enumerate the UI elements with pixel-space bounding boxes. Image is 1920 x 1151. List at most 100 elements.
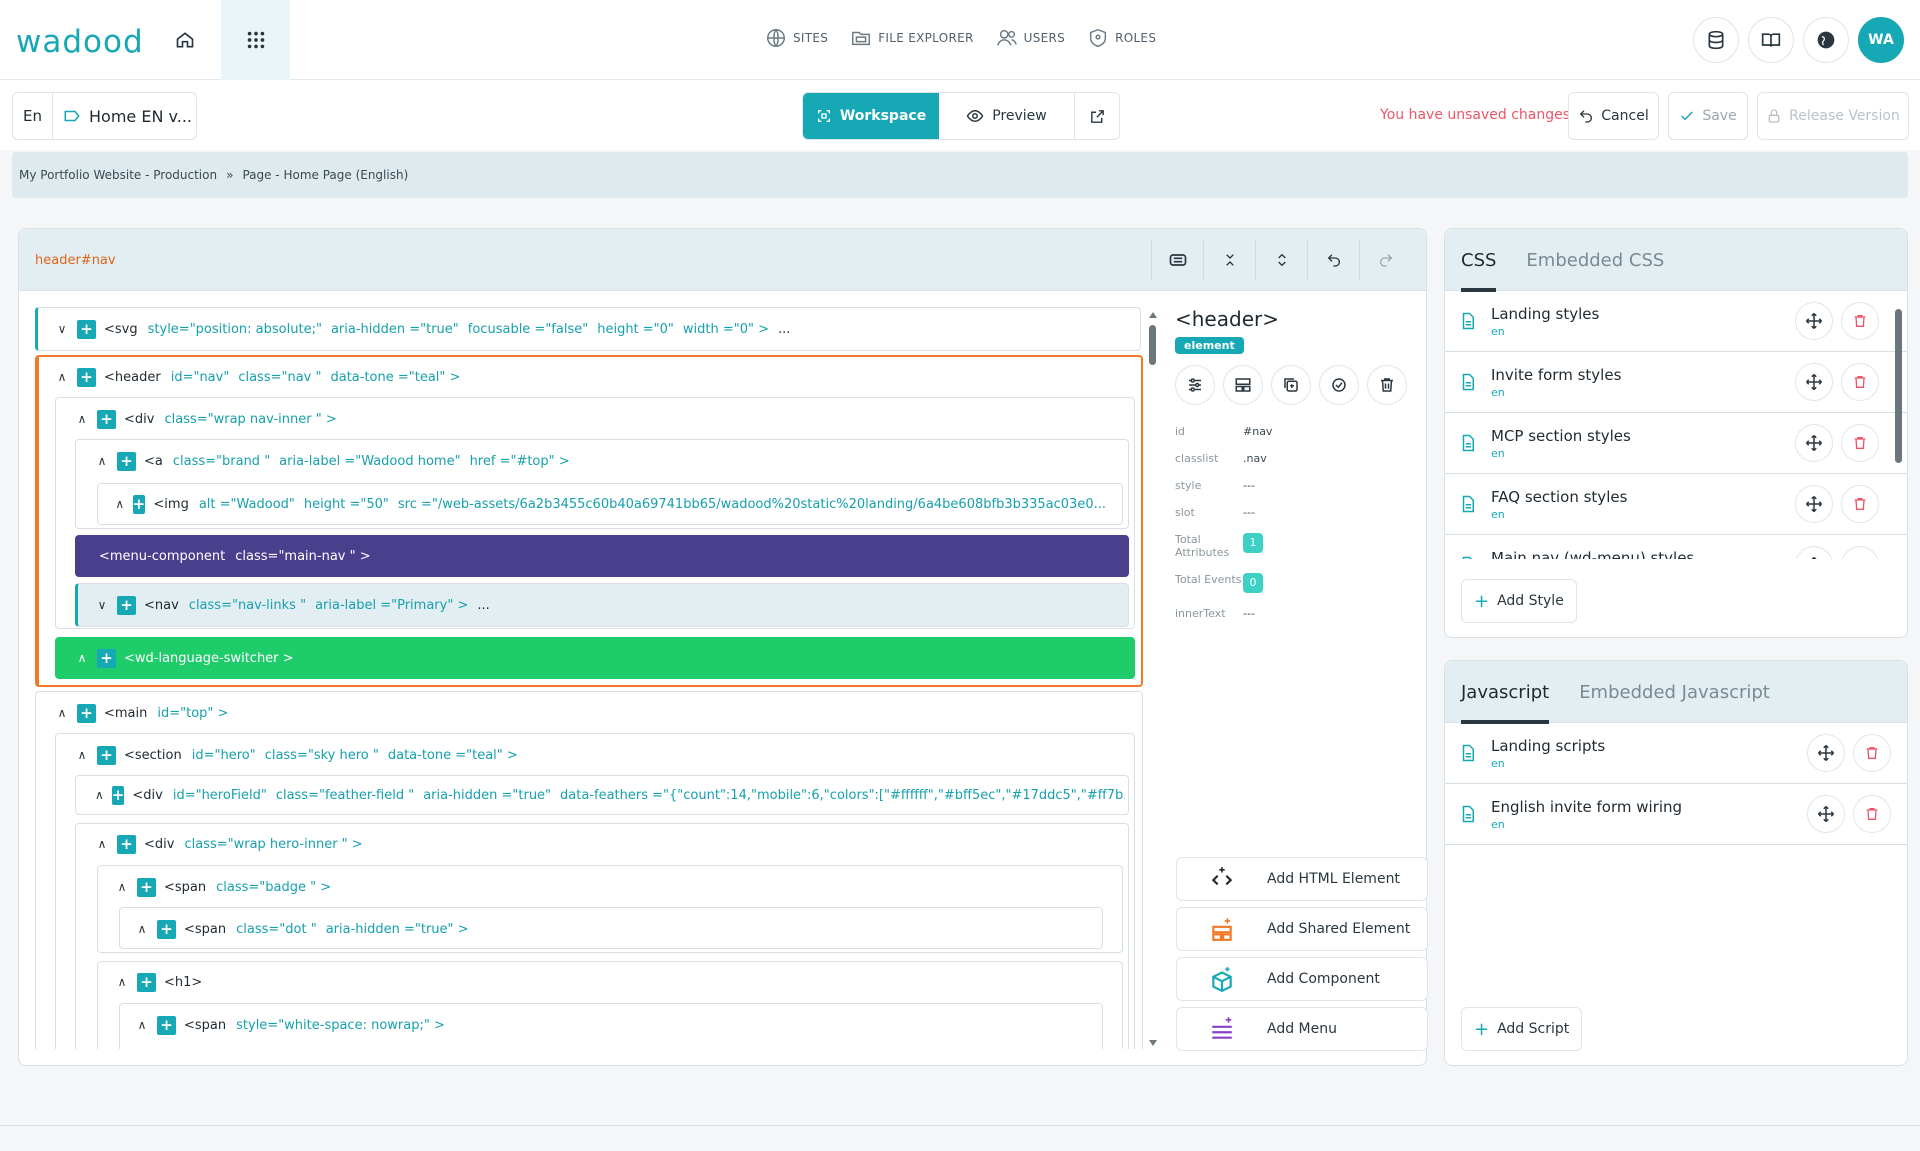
chevron-up-icon[interactable]: ∧ <box>55 706 69 720</box>
nav-file-explorer[interactable]: FILE EXPLORER <box>850 27 973 49</box>
chevron-up-icon[interactable]: ∧ <box>75 748 89 762</box>
delete-button[interactable] <box>1841 302 1879 340</box>
tree-row[interactable]: ∧ + <span class="dot " aria-hidden ="tru… <box>135 917 478 941</box>
css-scroll-thumb[interactable] <box>1895 309 1902 463</box>
add-child-button[interactable]: + <box>77 319 96 339</box>
tree-row[interactable]: <menu-component class="main-nav " > <box>99 544 380 568</box>
language-code[interactable]: En <box>13 93 53 139</box>
tab-embedded-javascript[interactable]: Embedded Javascript <box>1579 661 1770 723</box>
move-button[interactable] <box>1795 546 1833 559</box>
layout-button[interactable] <box>1223 365 1263 405</box>
add-child-button[interactable]: + <box>117 451 136 471</box>
logo[interactable]: wadood <box>16 24 144 60</box>
list-item[interactable]: English invite form wiring en <box>1445 784 1907 845</box>
list-item[interactable]: MCP section styles en <box>1445 413 1907 474</box>
chevron-up-icon[interactable]: ∧ <box>95 788 104 802</box>
add-child-button[interactable]: + <box>97 648 116 668</box>
add-child-button[interactable]: + <box>117 595 136 615</box>
nav-roles[interactable]: ROLES <box>1087 27 1156 49</box>
release-version-button[interactable]: Release Version <box>1757 92 1909 140</box>
list-item[interactable]: Main nav (wd-menu) stylesen <box>1445 535 1907 559</box>
delete-element-button[interactable] <box>1367 365 1407 405</box>
delete-button[interactable] <box>1853 734 1891 772</box>
add-child-button[interactable]: + <box>157 919 176 939</box>
breadcrumb-site[interactable]: My Portfolio Website - Production <box>19 168 217 182</box>
tree-row[interactable]: ∧ + <span style="white-space: nowrap;" > <box>135 1013 454 1037</box>
open-external-button[interactable] <box>1075 93 1119 139</box>
add-child-button[interactable]: + <box>97 745 116 765</box>
collapse-all-button[interactable] <box>1203 239 1255 281</box>
attributes-button[interactable] <box>1175 365 1215 405</box>
add-child-button[interactable]: + <box>77 367 96 387</box>
tab-css[interactable]: CSS <box>1461 229 1497 292</box>
docs-button[interactable] <box>1748 17 1794 63</box>
chevron-up-icon[interactable]: ∧ <box>115 975 129 989</box>
add-child-button[interactable]: + <box>137 877 156 897</box>
nav-users[interactable]: USERS <box>996 27 1065 49</box>
scroll-down-arrow-icon[interactable] <box>1148 1039 1158 1047</box>
add-child-button[interactable]: + <box>157 1015 176 1035</box>
chevron-up-icon[interactable]: ∧ <box>135 1018 149 1032</box>
css-list-scrollbar[interactable] <box>1893 301 1903 559</box>
tab-javascript[interactable]: Javascript <box>1461 661 1550 724</box>
home-button[interactable] <box>160 0 210 80</box>
add-menu-button[interactable]: Add Menu <box>1176 1007 1428 1051</box>
chevron-up-icon[interactable]: ∧ <box>95 837 109 851</box>
add-child-button[interactable]: + <box>132 494 146 514</box>
move-button[interactable] <box>1795 302 1833 340</box>
breadcrumb-page[interactable]: Page - Home Page (English) <box>242 168 408 182</box>
delete-button[interactable] <box>1841 363 1879 401</box>
move-button[interactable] <box>1795 363 1833 401</box>
list-item[interactable]: Invite form styles en <box>1445 352 1907 413</box>
add-child-button[interactable]: + <box>117 834 136 854</box>
chevron-up-icon[interactable]: ∧ <box>115 880 129 894</box>
add-shared-element-button[interactable]: Add Shared Element <box>1176 907 1428 951</box>
move-button[interactable] <box>1795 424 1833 462</box>
add-child-button[interactable]: + <box>97 409 116 429</box>
move-button[interactable] <box>1807 795 1845 833</box>
save-button[interactable]: Save <box>1668 92 1748 140</box>
delete-button[interactable] <box>1841 485 1879 523</box>
language-button[interactable] <box>1803 17 1849 63</box>
chevron-down-icon[interactable]: ∨ <box>95 598 109 612</box>
database-button[interactable] <box>1693 17 1739 63</box>
tree-row[interactable]: ∧ + <div id="heroField" class="feather-f… <box>95 783 1125 807</box>
list-item[interactable]: FAQ section styles en <box>1445 474 1907 535</box>
tree-scrollbar[interactable] <box>1147 307 1157 1049</box>
tab-embedded-css[interactable]: Embedded CSS <box>1526 229 1664 291</box>
undo-button[interactable] <box>1307 239 1359 281</box>
tree-row[interactable]: ∧ + <div class="wrap nav-inner " > <box>75 407 346 431</box>
add-script-button[interactable]: + Add Script <box>1461 1007 1583 1051</box>
tree-row[interactable]: ∧ + <div class="wrap hero-inner " > <box>95 832 372 856</box>
tree-row[interactable]: ∨ + <svg style="position: absolute;" ari… <box>55 317 790 341</box>
delete-button[interactable] <box>1841 424 1879 462</box>
scroll-up-arrow-icon[interactable] <box>1148 311 1158 319</box>
list-item[interactable]: Landing scripts en <box>1445 723 1907 784</box>
add-component-button[interactable]: Add Component <box>1176 957 1428 1001</box>
list-item[interactable]: Landing styles en <box>1445 291 1907 352</box>
chevron-up-icon[interactable]: ∧ <box>135 922 149 936</box>
chevron-up-icon[interactable]: ∧ <box>115 497 125 511</box>
chevron-up-icon[interactable]: ∧ <box>95 454 109 468</box>
validate-button[interactable] <box>1319 365 1359 405</box>
tree-scroll-thumb[interactable] <box>1149 325 1156 365</box>
nav-sites[interactable]: SITES <box>765 27 828 49</box>
toggle-view-button[interactable] <box>1151 239 1203 281</box>
add-style-button[interactable]: + Add Style <box>1461 579 1577 623</box>
move-button[interactable] <box>1807 734 1845 772</box>
workspace-tab[interactable]: Workspace <box>803 93 939 139</box>
move-button[interactable] <box>1795 485 1833 523</box>
tree-row[interactable]: ∧ + <h1> <box>115 970 212 994</box>
tree-row[interactable]: ∧ + <section id="hero" class="sky hero "… <box>75 743 527 767</box>
delete-button[interactable] <box>1853 795 1891 833</box>
add-child-button[interactable]: + <box>111 785 125 805</box>
delete-button[interactable] <box>1841 546 1879 559</box>
tree-row[interactable]: ∧ + <img alt ="Wadood" height ="50" src … <box>115 492 1115 516</box>
chevron-up-icon[interactable]: ∧ <box>75 412 89 426</box>
tree-row[interactable]: ∧ + <main id="top" > <box>55 701 237 725</box>
cancel-button[interactable]: Cancel <box>1568 92 1659 140</box>
user-avatar[interactable]: WA <box>1858 17 1904 63</box>
tree-row[interactable]: ∧ + <a class="brand " aria-label ="Wadoo… <box>95 449 579 473</box>
redo-button[interactable] <box>1359 239 1411 281</box>
add-child-button[interactable]: + <box>137 972 156 992</box>
